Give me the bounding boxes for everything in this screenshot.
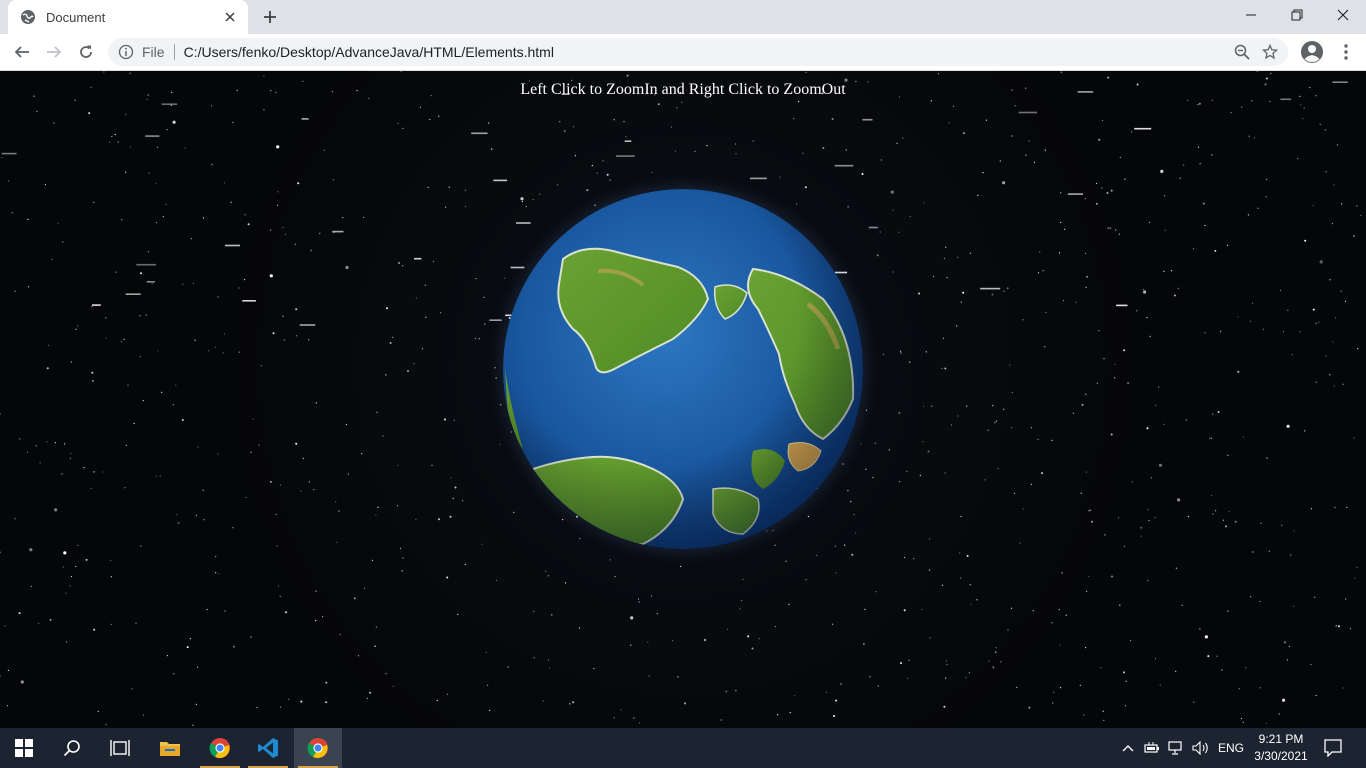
forward-arrow-icon[interactable] xyxy=(40,38,68,66)
account-icon[interactable] xyxy=(1298,38,1326,66)
star-icon[interactable] xyxy=(1256,38,1284,66)
tab-strip: Document xyxy=(0,0,1366,34)
info-icon[interactable] xyxy=(118,44,134,60)
vscode-icon[interactable] xyxy=(244,728,292,768)
tab-title: Document xyxy=(46,9,106,25)
close-window-button[interactable] xyxy=(1320,0,1366,30)
restore-button[interactable] xyxy=(1274,0,1320,30)
windows-start-icon[interactable] xyxy=(0,728,48,768)
scheme-label: File xyxy=(142,44,165,60)
system-clock[interactable]: 9:21 PM 3/30/2021 xyxy=(1246,731,1316,765)
address-bar[interactable]: File C:/Users/fenko/Desktop/AdvanceJava/… xyxy=(108,38,1288,66)
language-label: ENG xyxy=(1217,741,1244,755)
windows-taskbar: ENG 9:21 PM 3/30/2021 xyxy=(0,728,1366,768)
zoom-out-icon[interactable] xyxy=(1228,38,1256,66)
input-language[interactable]: ENG xyxy=(1214,728,1248,768)
clock-date: 3/30/2021 xyxy=(1254,749,1308,763)
notification-icon[interactable] xyxy=(1318,728,1348,768)
search-icon[interactable] xyxy=(48,728,96,768)
zoom-instructions: Left Click to ZoomIn and Right Click to … xyxy=(520,81,846,98)
back-arrow-icon[interactable] xyxy=(8,38,36,66)
chrome-icon[interactable] xyxy=(196,728,244,768)
globe-icon xyxy=(20,9,36,25)
tab-document[interactable]: Document xyxy=(8,0,248,34)
kebab-menu-icon[interactable] xyxy=(1332,38,1360,66)
battery-icon[interactable] xyxy=(1142,728,1162,768)
clock-time: 9:21 PM xyxy=(1258,732,1304,746)
close-tab-icon[interactable] xyxy=(222,9,238,25)
new-tab-button[interactable] xyxy=(258,6,282,28)
network-icon[interactable] xyxy=(1166,728,1186,768)
earth-globe[interactable] xyxy=(503,189,863,549)
reload-icon[interactable] xyxy=(72,38,100,66)
minimize-button[interactable] xyxy=(1228,0,1274,30)
url-text[interactable]: C:/Users/fenko/Desktop/AdvanceJava/HTML/… xyxy=(184,44,1228,60)
page-viewport[interactable]: Left Click to ZoomIn and Right Click to … xyxy=(0,71,1366,728)
task-view-icon[interactable] xyxy=(96,728,144,768)
file-explorer-icon[interactable] xyxy=(146,728,194,768)
browser-toolbar: File C:/Users/fenko/Desktop/AdvanceJava/… xyxy=(0,34,1366,71)
chrome-active-icon[interactable] xyxy=(294,728,342,768)
address-separator xyxy=(173,44,175,60)
volume-icon[interactable] xyxy=(1190,728,1212,768)
chevron-up-icon[interactable] xyxy=(1118,728,1138,768)
